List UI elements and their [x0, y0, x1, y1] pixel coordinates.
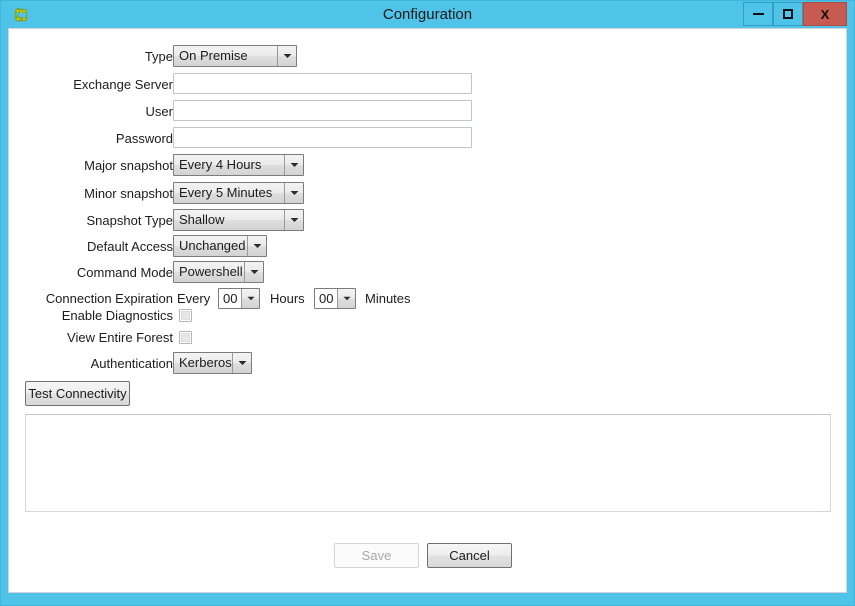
configuration-window: Configuration X Type On Premise Exchange…	[0, 0, 855, 606]
expiration-hours-value: 00	[223, 291, 238, 306]
label-minor-snapshot: Minor snapshot	[84, 186, 173, 201]
checkbox-inner	[181, 311, 190, 320]
maximize-button[interactable]	[773, 2, 803, 26]
close-button[interactable]: X	[803, 2, 847, 26]
default-access-combobox[interactable]: Unchanged	[173, 235, 267, 257]
label-authentication: Authentication	[90, 356, 173, 371]
window-controls: X	[743, 2, 847, 26]
chevron-down-icon	[247, 236, 266, 256]
authentication-combobox-value: Kerberos	[179, 355, 232, 370]
snapshot-type-combobox[interactable]: Shallow	[173, 209, 304, 231]
label-view-entire-forest: View Entire Forest	[67, 330, 173, 345]
label-exchange-server: Exchange Server	[73, 77, 173, 92]
chevron-down-icon[interactable]	[337, 289, 355, 308]
label-default-access: Default Access	[87, 239, 173, 254]
chevron-down-icon	[232, 353, 251, 373]
chevron-down-icon[interactable]	[241, 289, 259, 308]
type-combobox[interactable]: On Premise	[173, 45, 297, 67]
output-log-box[interactable]	[25, 414, 831, 512]
major-snapshot-combobox[interactable]: Every 4 Hours	[173, 154, 304, 176]
command-mode-combobox[interactable]: Powershell	[173, 261, 264, 283]
expiration-minutes-stepper[interactable]: 00	[314, 288, 356, 309]
expiration-hours-label: Hours	[270, 291, 305, 306]
maximize-icon	[783, 9, 793, 19]
cancel-button[interactable]: Cancel	[427, 543, 512, 568]
title-bar: Configuration X	[1, 1, 854, 28]
minor-snapshot-combobox-value: Every 5 Minutes	[179, 185, 273, 200]
password-input[interactable]	[174, 128, 471, 147]
expiration-every-label: Every	[177, 291, 211, 306]
label-major-snapshot: Major snapshot	[84, 158, 173, 173]
dialog-content: Type On Premise Exchange Server User Pas…	[8, 28, 847, 593]
save-button[interactable]: Save	[334, 543, 419, 568]
user-input[interactable]	[174, 101, 471, 120]
label-enable-diagnostics: Enable Diagnostics	[61, 308, 173, 323]
default-access-combobox-value: Unchanged	[179, 238, 246, 253]
expiration-minutes-label: Minutes	[365, 291, 411, 306]
user-field[interactable]	[173, 100, 472, 121]
password-field[interactable]	[173, 127, 472, 148]
minimize-icon	[752, 13, 764, 15]
expiration-hours-stepper[interactable]: 00	[218, 288, 260, 309]
test-connectivity-button[interactable]: Test Connectivity	[25, 381, 130, 406]
major-snapshot-combobox-value: Every 4 Hours	[179, 157, 262, 172]
chevron-down-icon	[284, 183, 303, 203]
view-entire-forest-checkbox[interactable]	[179, 331, 192, 344]
label-user: User	[145, 104, 173, 119]
authentication-combobox[interactable]: Kerberos	[173, 352, 252, 374]
minimize-button[interactable]	[743, 2, 773, 26]
snapshot-type-combobox-value: Shallow	[179, 212, 225, 227]
chevron-down-icon	[284, 210, 303, 230]
label-snapshot-type: Snapshot Type	[86, 213, 174, 228]
chevron-down-icon	[284, 155, 303, 175]
expiration-minutes-value: 00	[319, 291, 334, 306]
enable-diagnostics-checkbox[interactable]	[179, 309, 192, 322]
label-command-mode: Command Mode	[76, 265, 173, 280]
checkbox-inner	[181, 333, 190, 342]
minor-snapshot-combobox[interactable]: Every 5 Minutes	[173, 182, 304, 204]
chevron-down-icon	[244, 262, 263, 282]
label-type: Type	[144, 49, 173, 64]
type-combobox-value: On Premise	[179, 48, 248, 63]
command-mode-combobox-value: Powershell	[179, 264, 243, 279]
window-title: Configuration	[382, 6, 473, 23]
chevron-down-icon	[277, 46, 296, 66]
label-password: Password	[115, 131, 173, 146]
exchange-server-field[interactable]	[173, 73, 472, 94]
output-log-text	[26, 415, 830, 423]
exchange-server-input[interactable]	[174, 74, 471, 93]
